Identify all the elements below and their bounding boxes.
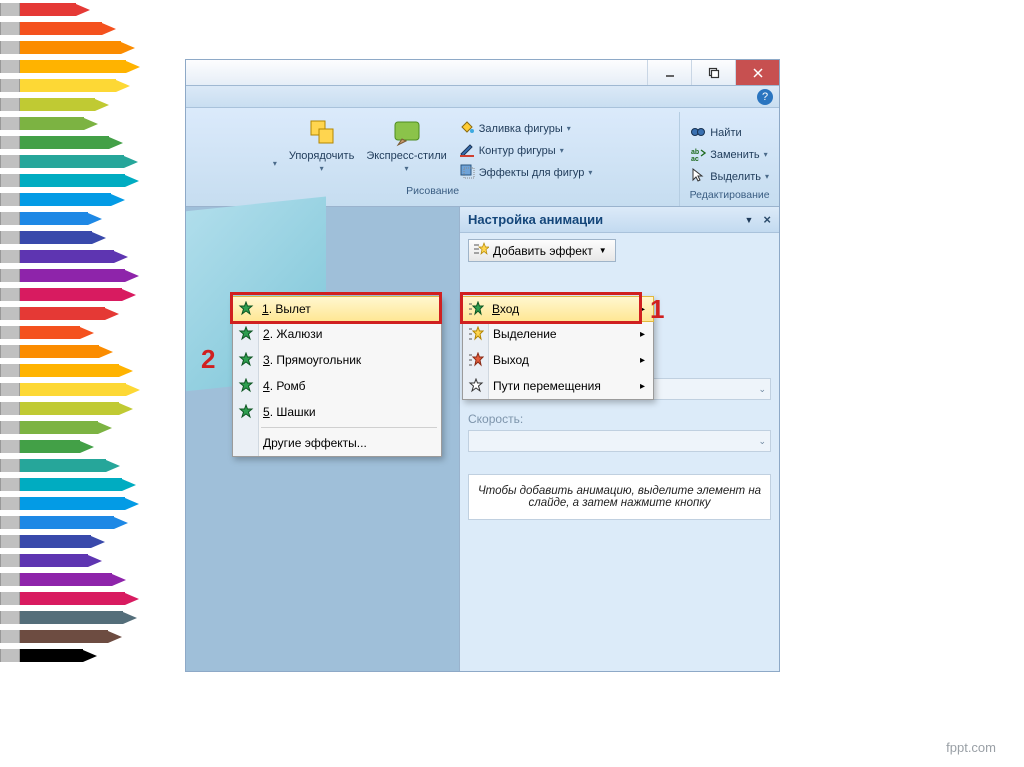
menu-emphasis-label: Выделение: [493, 327, 557, 341]
ribbon: ▾ Упорядочить ▾ Экспресс-стили ▾: [186, 108, 779, 207]
maximize-button[interactable]: [691, 60, 735, 85]
menu-exit[interactable]: Выход ▸: [463, 347, 653, 373]
annotation-number-1: 1: [650, 294, 664, 325]
small-dropdown-handle[interactable]: ▾: [269, 114, 281, 170]
hint-text: Чтобы добавить анимацию, выделите элемен…: [468, 474, 771, 520]
star-green-icon: [237, 377, 255, 395]
speed-label: Скорость:: [460, 410, 779, 428]
star-red-icon: [467, 351, 485, 369]
close-button[interactable]: [735, 60, 779, 85]
find-button[interactable]: Найти: [686, 122, 773, 143]
quick-styles-button[interactable]: Экспресс-стили ▾: [362, 114, 450, 183]
effect-blinds[interactable]: 2. Жалюзи: [233, 321, 441, 347]
group-editing-label: Редактирование: [690, 187, 770, 204]
ribbon-group-editing: Найти abac Заменить ▾ Выделить ▾: [680, 112, 779, 206]
add-effect-label: Добавить эффект: [493, 244, 593, 258]
star-green-icon: [237, 403, 255, 421]
window-titlebar: [186, 60, 779, 86]
animation-task-pane: Настройка анимации ▼ × Добавить эффект ▼…: [459, 207, 779, 672]
menu-emphasis[interactable]: Выделение ▸: [463, 321, 653, 347]
list-star-icon: [473, 242, 489, 259]
binoculars-icon: [690, 123, 706, 142]
effect-diamond[interactable]: 4. Ромб: [233, 373, 441, 399]
shape-fill-label: Заливка фигуры: [479, 123, 563, 135]
replace-icon: abac: [690, 145, 706, 164]
shape-outline-button[interactable]: Контур фигуры ▾: [455, 140, 597, 161]
shape-fill-button[interactable]: Заливка фигуры ▾: [455, 118, 597, 139]
menu-exit-label: Выход: [493, 353, 529, 367]
arrange-label: Упорядочить: [289, 150, 354, 162]
star-outline-icon: [467, 377, 485, 395]
help-row: ?: [186, 86, 779, 108]
footer-watermark: fppt.com: [946, 740, 996, 755]
select-button[interactable]: Выделить ▾: [686, 166, 773, 187]
menu-motion-path[interactable]: Пути перемещения ▸: [463, 373, 653, 399]
annotation-number-2: 2: [201, 344, 215, 375]
arrange-button[interactable]: Упорядочить ▾: [285, 114, 358, 183]
pen-icon: [459, 141, 475, 160]
ribbon-group-drawing: ▾ Упорядочить ▾ Экспресс-стили ▾: [186, 112, 680, 206]
task-pane-menu-icon[interactable]: ▼: [744, 215, 753, 225]
effect-box[interactable]: 3. Прямоугольник: [233, 347, 441, 373]
shape-effects-label: Эффекты для фигур: [479, 167, 585, 179]
more-effects[interactable]: Другие эффекты...: [233, 430, 441, 456]
paint-bucket-icon: [459, 119, 475, 138]
minimize-button[interactable]: [647, 60, 691, 85]
speed-field[interactable]: ⌄: [468, 430, 771, 452]
star-green-icon: [237, 351, 255, 369]
annotation-box-1: [460, 292, 642, 324]
more-effects-label: Другие эффекты...: [263, 436, 367, 450]
cursor-icon: [690, 167, 706, 186]
replace-label: Заменить: [710, 149, 759, 161]
star-green-icon: [237, 325, 255, 343]
task-pane-header: Настройка анимации ▼ ×: [460, 207, 779, 233]
svg-text:ac: ac: [691, 156, 699, 161]
task-pane-title: Настройка анимации: [468, 212, 603, 227]
quick-styles-label: Экспресс-стили: [366, 150, 446, 162]
svg-text:ab: ab: [691, 149, 699, 156]
pencil-border: [0, 0, 165, 672]
menu-motion-label: Пути перемещения: [493, 379, 601, 393]
shape-outline-label: Контур фигуры: [479, 145, 556, 157]
shape-effects-button[interactable]: Эффекты для фигур ▾: [455, 162, 597, 183]
annotation-box-2: [230, 292, 442, 324]
arrange-icon: [306, 116, 338, 148]
effect-checkerboard[interactable]: 5. Шашки: [233, 399, 441, 425]
star-yellow-icon: [467, 325, 485, 343]
help-icon[interactable]: ?: [757, 89, 773, 105]
replace-button[interactable]: abac Заменить ▾: [686, 144, 773, 165]
group-drawing-label: Рисование: [406, 183, 459, 200]
select-label: Выделить: [710, 171, 761, 183]
find-label: Найти: [710, 127, 741, 139]
quick-styles-icon: [391, 116, 423, 148]
add-effect-button[interactable]: Добавить эффект ▼: [468, 239, 616, 262]
task-pane-close-icon[interactable]: ×: [763, 212, 771, 227]
effects-icon: [459, 163, 475, 182]
